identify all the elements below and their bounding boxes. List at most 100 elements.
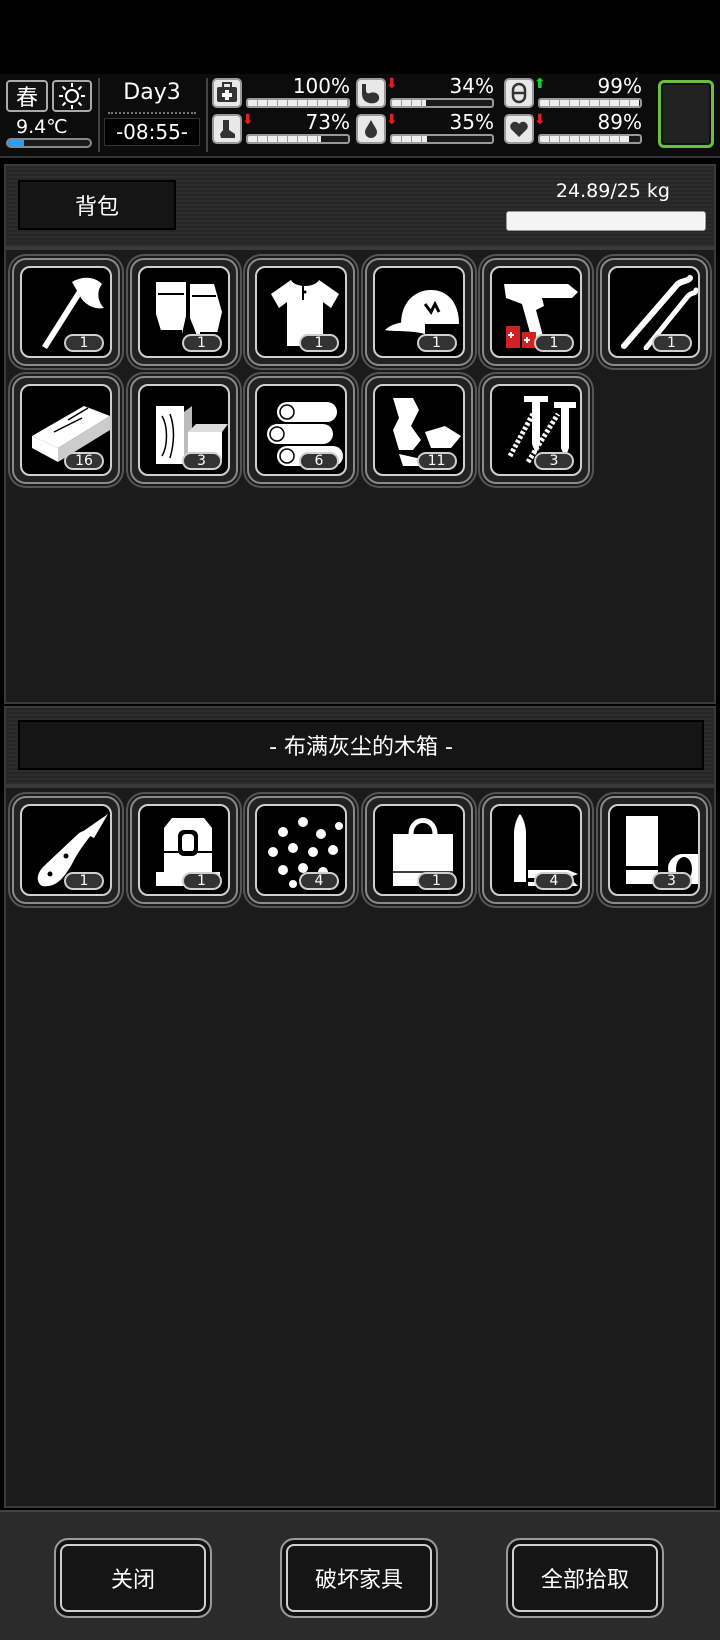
- item-frame: 3: [490, 384, 582, 476]
- item-quantity: 11: [416, 452, 457, 470]
- temperature-value: 9.4℃: [16, 116, 68, 138]
- take-all-button[interactable]: 全部拾取: [506, 1538, 664, 1618]
- stat-bar: [390, 134, 494, 144]
- item-slot[interactable]: 1: [12, 796, 120, 904]
- item-slot[interactable]: 3: [482, 376, 590, 484]
- item-slot[interactable]: 3: [129, 376, 238, 484]
- item-quantity: 1: [181, 872, 222, 890]
- water-drop-icon: [356, 114, 386, 144]
- backpack-title: 背包: [18, 180, 176, 230]
- backpack-header: 背包 24.89/25 kg: [4, 164, 716, 248]
- heart-icon: [504, 114, 534, 144]
- item-frame: 1: [372, 804, 465, 896]
- item-frame: 1: [490, 266, 582, 358]
- status-hud: 春 9.4℃ Day3 -08:55- 100% ⬇ 34% ⬆ 99% ⬇ 73% ⬇ 35%…: [0, 74, 720, 158]
- stat-stamina: ⬇ 73%: [212, 110, 352, 146]
- item-frame: 3: [607, 804, 700, 896]
- item-slot[interactable]: 1: [599, 258, 708, 366]
- item-frame: 1: [20, 266, 112, 358]
- stat-hunger: ⬇ 34%: [356, 74, 496, 110]
- trend-down-icon: ⬇: [386, 76, 398, 92]
- destroy-furniture-button[interactable]: 破坏家具: [280, 1538, 438, 1618]
- stomach-icon: [356, 78, 386, 108]
- item-frame: 1: [137, 266, 230, 358]
- item-slot[interactable]: 1: [364, 796, 473, 904]
- item-slot[interactable]: 1: [482, 258, 590, 366]
- stat-value: 99%: [597, 74, 642, 98]
- trend-down-icon: ⬇: [386, 112, 398, 128]
- item-quantity: 3: [534, 452, 574, 470]
- item-slot[interactable]: 1: [364, 258, 473, 366]
- container-title: - 布满灰尘的木箱 -: [18, 720, 704, 770]
- item-quantity: 1: [64, 334, 104, 352]
- divider: [206, 78, 208, 152]
- item-slot[interactable]: 3: [599, 796, 708, 904]
- item-frame: 1: [255, 266, 347, 358]
- stat-value: 73%: [305, 110, 350, 134]
- pill-icon: [504, 78, 534, 108]
- item-slot[interactable]: 4: [482, 796, 590, 904]
- item-quantity: 1: [651, 334, 692, 352]
- stat-bar: [246, 134, 350, 144]
- item-slot[interactable]: 16: [12, 376, 120, 484]
- stat-mood: ⬇ 89%: [504, 110, 644, 146]
- sun-icon: [52, 80, 92, 112]
- container-panel: 1 1 4 1 4 3: [4, 786, 716, 1508]
- item-slot[interactable]: 11: [364, 376, 473, 484]
- item-quantity: 3: [181, 452, 222, 470]
- game-clock: -08:55-: [104, 118, 200, 146]
- action-bar: 关闭 破坏家具 全部拾取: [0, 1510, 720, 1640]
- item-frame: 11: [372, 384, 465, 476]
- season-indicator: 春: [6, 80, 48, 112]
- item-quantity: 1: [416, 334, 457, 352]
- stat-value: 35%: [449, 110, 494, 134]
- item-quantity: 1: [534, 334, 574, 352]
- item-slot[interactable]: 1: [12, 258, 120, 366]
- item-slot[interactable]: 4: [247, 796, 355, 904]
- backpack-panel: 1 1 1 1 1 1 16 3 6 11 3: [4, 248, 716, 704]
- item-quantity: 4: [299, 872, 339, 890]
- item-quantity: 1: [416, 872, 457, 890]
- item-quantity: 6: [299, 452, 339, 470]
- item-frame: 4: [490, 804, 582, 896]
- container-header: - 布满灰尘的木箱 -: [4, 706, 716, 786]
- item-quantity: 1: [64, 872, 104, 890]
- stat-bar: [246, 98, 350, 108]
- item-quantity: 16: [64, 452, 104, 470]
- item-frame: 1: [20, 804, 112, 896]
- stat-thirst: ⬇ 35%: [356, 110, 496, 146]
- item-frame: 16: [20, 384, 112, 476]
- item-frame: 4: [255, 804, 347, 896]
- stat-value: 100%: [292, 74, 350, 98]
- item-slot[interactable]: 1: [129, 796, 238, 904]
- item-slot[interactable]: 6: [247, 376, 355, 484]
- day-counter: Day3: [123, 80, 181, 105]
- foot-icon: [212, 114, 242, 144]
- stat-medicine: ⬆ 99%: [504, 74, 644, 110]
- item-frame: 1: [372, 266, 465, 358]
- item-slot[interactable]: 1: [129, 258, 238, 366]
- item-slot[interactable]: 1: [247, 258, 355, 366]
- trend-up-icon: ⬆: [534, 76, 546, 92]
- character-portrait[interactable]: [658, 80, 714, 148]
- item-quantity: 1: [181, 334, 222, 352]
- stat-value: 34%: [449, 74, 494, 98]
- temperature-bar: [6, 138, 92, 148]
- stat-bar: [390, 98, 494, 108]
- item-quantity: 3: [651, 872, 692, 890]
- carry-weight: 24.89/25 kg: [555, 180, 670, 202]
- trend-down-icon: ⬇: [534, 112, 546, 128]
- stat-value: 89%: [597, 110, 642, 134]
- item-quantity: 4: [534, 872, 574, 890]
- stat-health: 100%: [212, 74, 352, 110]
- stat-bar: [538, 134, 642, 144]
- carry-weight-bar: [506, 211, 706, 231]
- divider: [98, 78, 100, 152]
- item-frame: 3: [137, 384, 230, 476]
- item-quantity: 1: [299, 334, 339, 352]
- item-frame: 1: [137, 804, 230, 896]
- trend-down-icon: ⬇: [242, 112, 254, 128]
- item-frame: 1: [607, 266, 700, 358]
- close-button[interactable]: 关闭: [54, 1538, 212, 1618]
- stat-bar: [538, 98, 642, 108]
